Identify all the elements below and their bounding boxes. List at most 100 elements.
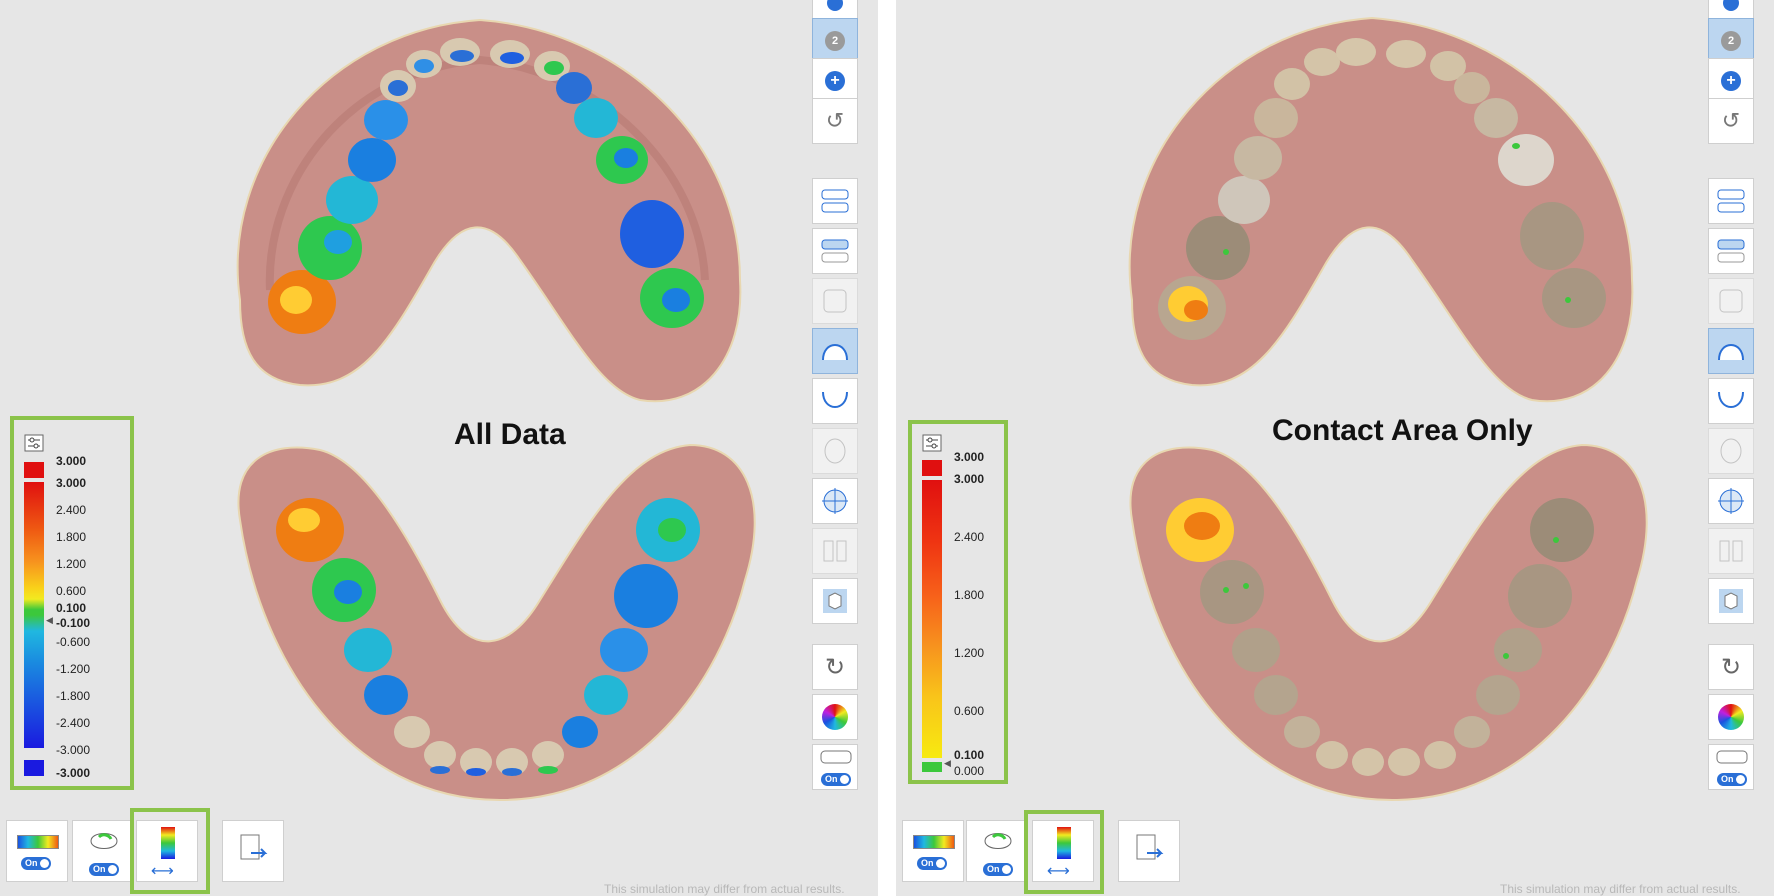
step-1-button[interactable] — [812, 0, 858, 20]
legend-pointer-icon[interactable]: ◀ — [46, 615, 53, 626]
highlight-box — [1024, 810, 1104, 894]
legend-gradient — [922, 480, 942, 758]
view-side-button[interactable] — [812, 278, 858, 324]
step-2-icon: 2 — [825, 31, 845, 51]
view-both-jaws-button[interactable] — [1708, 178, 1754, 224]
legend-label: 1.200 — [954, 646, 985, 660]
step-1-button[interactable] — [1708, 0, 1754, 20]
view-upper-jaw-button[interactable] — [1708, 228, 1754, 274]
legend-label: -1.800 — [56, 689, 91, 703]
scan-toggle-button[interactable]: On — [812, 744, 858, 790]
deviation-toggle[interactable]: On — [917, 857, 947, 870]
view-both-jaws-button[interactable] — [812, 178, 858, 224]
legend-label: 3.000 — [56, 476, 87, 490]
legend-settings-icon[interactable] — [922, 434, 942, 457]
step-2-icon: 2 — [1721, 31, 1741, 51]
lower-arch-gum — [237, 443, 756, 802]
legend-label: -3.000 — [56, 766, 91, 780]
occlusion-contact-button[interactable]: On — [72, 820, 134, 882]
color-wheel-icon — [822, 704, 848, 730]
legend-settings-icon[interactable] — [24, 434, 44, 457]
legend-label: -1.200 — [56, 662, 91, 676]
legend-label: 0.100 — [56, 601, 87, 615]
rotate-button[interactable]: ↻ — [812, 644, 858, 690]
deviation-display-button[interactable]: On — [6, 820, 68, 882]
legend-label: 0.000 — [954, 764, 985, 778]
cube-icon — [1719, 589, 1743, 613]
legend-label: -2.400 — [56, 716, 91, 730]
legend-label: 1.200 — [56, 557, 87, 571]
legend-gradient — [24, 482, 44, 748]
front-view-icon — [824, 438, 846, 464]
axis-icon — [822, 488, 848, 514]
legend-label: -0.600 — [56, 635, 91, 649]
tooth-contact-icon — [87, 827, 121, 860]
split-view-icon — [1719, 540, 1743, 562]
export-icon — [1131, 831, 1167, 872]
legend-label: 0.600 — [56, 584, 87, 598]
scan-toggle[interactable]: On — [1717, 773, 1747, 786]
export-button[interactable] — [1118, 820, 1180, 882]
legend-label: 1.800 — [56, 530, 87, 544]
occlusion-contact-button[interactable]: On — [966, 820, 1028, 882]
color-wheel-icon — [1718, 704, 1744, 730]
split-view-button[interactable] — [1708, 528, 1754, 574]
legend-bottom-swatch — [922, 762, 942, 772]
color-picker-button[interactable] — [812, 694, 858, 740]
legend-pointer-icon[interactable]: ◀ — [944, 758, 951, 769]
legend-bottom-swatch — [24, 760, 44, 776]
view-maxilla-button[interactable] — [812, 328, 858, 374]
cube-view-button[interactable] — [812, 578, 858, 624]
rotate-icon: ↻ — [1720, 653, 1742, 681]
rotate-button[interactable]: ↻ — [1708, 644, 1754, 690]
panel-contact-area: Contact Area Only 3.000 3.000 2.400 1.80… — [896, 0, 1774, 896]
mandible-icon — [822, 391, 848, 408]
scan-toggle[interactable]: On — [821, 773, 851, 786]
legend-label: -0.100 — [56, 616, 91, 630]
legend-label: 2.400 — [954, 530, 985, 544]
occlusion-view[interactable] — [896, 0, 1774, 896]
export-icon — [235, 831, 271, 872]
view-front-button[interactable] — [812, 428, 858, 474]
step-1-icon — [827, 0, 843, 11]
export-button[interactable] — [222, 820, 284, 882]
axis-view-button[interactable] — [812, 478, 858, 524]
color-scale-icon — [913, 835, 955, 849]
view-upper-jaw-button[interactable] — [812, 228, 858, 274]
contact-toggle[interactable]: On — [89, 863, 119, 876]
view-mandible-button[interactable] — [1708, 378, 1754, 424]
color-picker-button[interactable] — [1708, 694, 1754, 740]
deviation-display-button[interactable]: On — [902, 820, 964, 882]
tooth-contact-icon — [981, 827, 1015, 860]
cube-view-button[interactable] — [1708, 578, 1754, 624]
mandible-icon — [1718, 391, 1744, 408]
jaws-icon — [821, 189, 849, 213]
view-side-button[interactable] — [1708, 278, 1754, 324]
split-view-button[interactable] — [812, 528, 858, 574]
reset-button[interactable]: ↺ — [812, 98, 858, 144]
view-mandible-button[interactable] — [812, 378, 858, 424]
teeth-scan-icon — [820, 750, 852, 764]
undo-icon: ↺ — [825, 108, 845, 133]
scan-toggle-button[interactable]: On — [1708, 744, 1754, 790]
highlight-box — [130, 808, 210, 894]
legend-top-swatch — [922, 460, 942, 476]
upper-jaw-icon — [1717, 239, 1745, 263]
step-1-icon — [1723, 0, 1739, 11]
contact-toggle[interactable]: On — [983, 863, 1013, 876]
reset-button[interactable]: ↺ — [1708, 98, 1754, 144]
axis-view-button[interactable] — [1708, 478, 1754, 524]
legend-label: 3.000 — [954, 450, 985, 464]
color-legend: 3.000 3.000 2.400 1.800 1.200 0.600 0.10… — [10, 416, 134, 790]
lower-arch-gum — [1129, 443, 1648, 802]
upper-jaw-icon — [821, 239, 849, 263]
maxilla-icon — [1718, 344, 1744, 361]
legend-label: 1.800 — [954, 588, 985, 602]
deviation-toggle[interactable]: On — [21, 857, 51, 870]
legend-label: 0.100 — [954, 748, 985, 762]
view-caption: All Data — [454, 418, 566, 451]
maxilla-icon — [822, 344, 848, 361]
view-front-button[interactable] — [1708, 428, 1754, 474]
axis-icon — [1718, 488, 1744, 514]
view-maxilla-button[interactable] — [1708, 328, 1754, 374]
